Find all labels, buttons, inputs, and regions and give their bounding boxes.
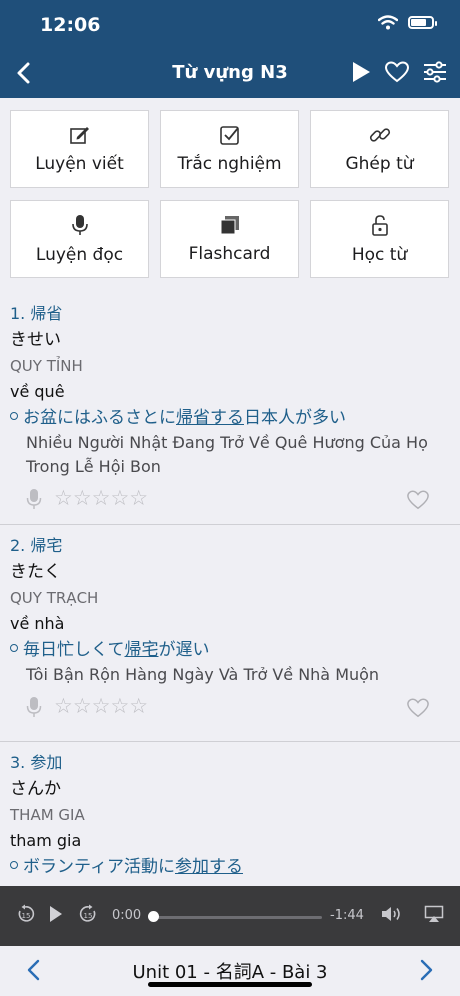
- bottom-bar: Unit 01 - 名詞A - Bài 3: [0, 946, 460, 996]
- microphone-icon[interactable]: [26, 696, 42, 718]
- tile-label: Luyện viết: [35, 154, 124, 174]
- example-text: 日本人が多い: [244, 408, 346, 428]
- word-card[interactable]: 3. 参加 さんか THAM GIA tham gia ボランティア活動に参加す…: [0, 742, 460, 880]
- bullet-icon: [10, 861, 18, 869]
- tile-hoc-tu[interactable]: Học từ: [310, 200, 449, 278]
- checkbox-icon: [219, 126, 239, 145]
- word-hanviet: QUY TỈNH: [10, 357, 83, 375]
- pencil-icon: [69, 127, 89, 144]
- sliders-icon[interactable]: [422, 60, 448, 84]
- example-highlight: 帰宅: [124, 640, 159, 660]
- tile-label: Luyện đọc: [35, 245, 124, 265]
- microphone-icon[interactable]: [26, 488, 42, 510]
- word-translation: Tôi Bận Rộn Hàng Ngày Và Trở Về Nhà Muộn: [26, 665, 380, 684]
- bullet-icon: [10, 644, 18, 652]
- word-card[interactable]: 2. 帰宅 きたく QUY TRẠCH về nhà 毎日忙しくて帰宅が遅い T…: [0, 525, 460, 742]
- progress-knob[interactable]: [148, 911, 159, 922]
- word-meaning: tham gia: [10, 831, 82, 850]
- cards-icon: [220, 216, 239, 235]
- heart-icon[interactable]: [384, 60, 410, 84]
- heart-icon[interactable]: [406, 489, 430, 511]
- tile-label: Ghép từ: [345, 154, 414, 174]
- example-highlight: 帰省する: [176, 408, 244, 428]
- tile-luyen-viet[interactable]: Luyện viết: [10, 110, 149, 188]
- example-text: 毎日忙しくて: [23, 640, 125, 660]
- top-bar: 12:06 Từ vựng N3: [0, 0, 460, 98]
- airplay-icon[interactable]: [424, 904, 444, 924]
- word-kana: きたく: [10, 562, 61, 582]
- battery-icon: [408, 16, 437, 29]
- chevron-right-icon[interactable]: [416, 957, 436, 983]
- word-list[interactable]: 1. 帰省 きせい QUY TỈNH về quê お盆にはふるさとに帰省する日…: [0, 293, 460, 885]
- tile-ghep-tu[interactable]: Ghép từ: [310, 110, 449, 188]
- example-text: が遅い: [158, 640, 210, 660]
- word-example[interactable]: お盆にはふるさとに帰省する日本人が多い: [10, 405, 450, 431]
- word-meaning: về quê: [10, 382, 65, 401]
- word-title: 1. 帰省: [10, 304, 63, 323]
- home-indicator: [148, 982, 312, 987]
- rating-stars[interactable]: ☆☆☆☆☆: [54, 694, 148, 718]
- word-hanviet: QUY TRẠCH: [10, 589, 99, 607]
- word-footer: ☆☆☆☆☆: [10, 687, 450, 729]
- play-icon[interactable]: [48, 904, 64, 924]
- svg-text:15: 15: [22, 912, 31, 920]
- rating-stars[interactable]: ☆☆☆☆☆: [54, 486, 148, 510]
- svg-text:15: 15: [84, 912, 93, 920]
- status-icons: [378, 15, 437, 30]
- heart-icon[interactable]: [406, 697, 430, 719]
- tile-label: Flashcard: [188, 244, 271, 264]
- word-example[interactable]: 毎日忙しくて帰宅が遅い: [10, 637, 450, 663]
- bullet-icon: [10, 412, 18, 420]
- play-icon[interactable]: [350, 60, 372, 84]
- word-card[interactable]: 1. 帰省 きせい QUY TỈNH về quê お盆にはふるさとに帰省する日…: [0, 293, 460, 525]
- feature-grid: Luyện viết Trắc nghiệm Ghép từ Luyện đọc…: [10, 110, 450, 278]
- word-translation: Nhiều Người Nhật Đang Trở Về Quê Hương C…: [26, 433, 428, 476]
- example-highlight: 参加する: [174, 857, 243, 877]
- tile-trac-nghiem[interactable]: Trắc nghiệm: [160, 110, 299, 188]
- progress-track[interactable]: [152, 916, 322, 919]
- current-time: 0:00: [112, 908, 142, 923]
- word-hanviet: THAM GIA: [10, 806, 85, 824]
- word-example[interactable]: ボランティア活動に参加する: [10, 854, 450, 880]
- example-text: お盆にはふるさとに: [23, 408, 176, 428]
- tile-label: Trắc nghiệm: [177, 154, 282, 174]
- tile-luyen-doc[interactable]: Luyện đọc: [10, 200, 149, 278]
- tile-flashcard[interactable]: Flashcard: [160, 200, 299, 278]
- volume-icon[interactable]: [380, 904, 404, 924]
- example-text: ボランティア活動に: [23, 857, 175, 877]
- microphone-icon: [71, 215, 88, 235]
- word-title: 2. 帰宅: [10, 536, 63, 555]
- tile-label: Học từ: [351, 245, 408, 265]
- remaining-time: -1:44: [330, 908, 364, 923]
- audio-player: 15 15 0:00 -1:44: [0, 886, 460, 946]
- wifi-icon: [378, 15, 398, 30]
- word-kana: さんか: [10, 779, 61, 799]
- nav-actions: [350, 60, 448, 84]
- link-icon: [369, 128, 390, 142]
- nav-row: Từ vựng N3: [0, 52, 460, 96]
- word-kana: きせい: [10, 330, 61, 350]
- unit-title: Unit 01 - 名詞A - Bài 3: [132, 962, 328, 983]
- unlock-icon: [371, 215, 388, 236]
- rewind-15-icon[interactable]: 15: [16, 904, 36, 924]
- forward-15-icon[interactable]: 15: [78, 904, 98, 924]
- status-time: 12:06: [40, 14, 101, 36]
- word-meaning: về nhà: [10, 614, 65, 633]
- word-footer: ☆☆☆☆☆: [10, 479, 450, 521]
- word-title: 3. 参加: [10, 753, 63, 772]
